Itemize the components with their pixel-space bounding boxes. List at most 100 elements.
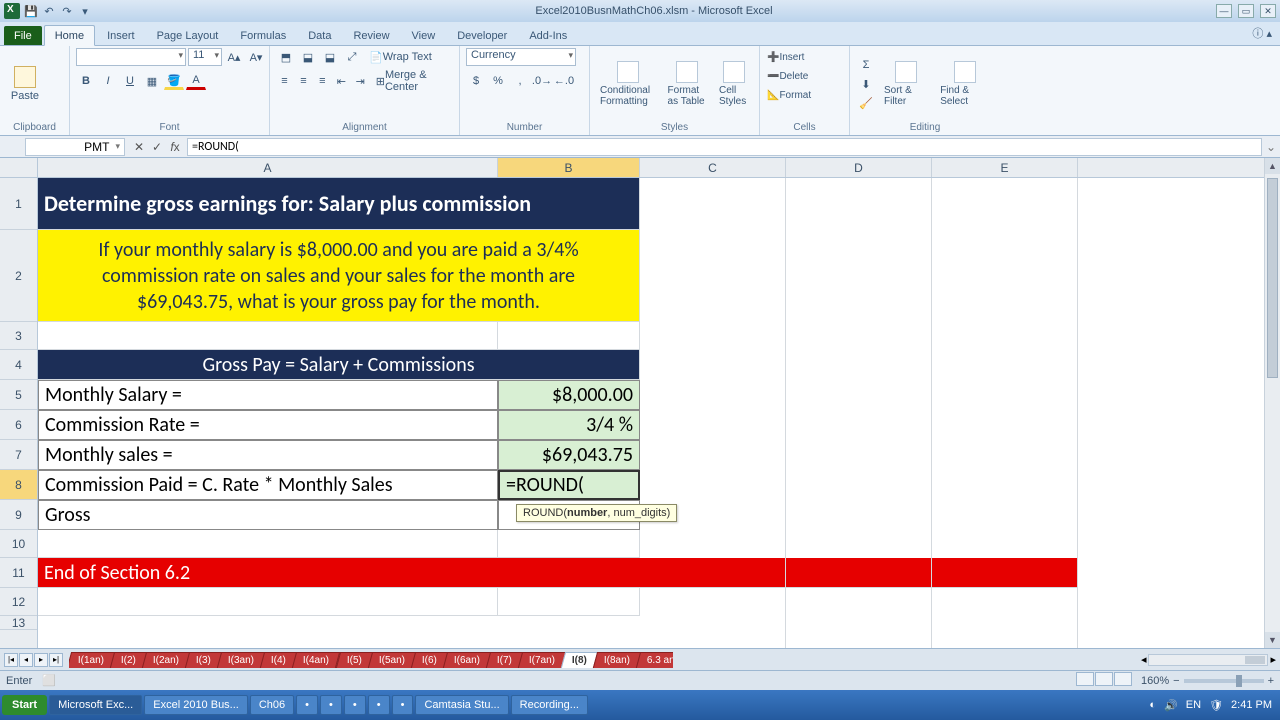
enter-formula-icon[interactable]: ✓ xyxy=(149,140,165,154)
sheet-nav-prev-icon[interactable]: ◂ xyxy=(19,653,33,667)
undo-icon[interactable]: ↶ xyxy=(42,4,56,18)
comma-icon[interactable]: , xyxy=(510,72,530,90)
sheet-tab[interactable]: I(5an) xyxy=(367,652,415,668)
expand-formula-bar-icon[interactable]: ⌄ xyxy=(1262,140,1280,154)
col-header-d[interactable]: D xyxy=(786,158,932,177)
format-as-table-button[interactable]: Format as Table xyxy=(664,59,711,109)
scroll-down-icon[interactable]: ▼ xyxy=(1265,632,1280,648)
increase-font-icon[interactable]: A▴ xyxy=(224,48,244,66)
cell-a7[interactable]: Monthly sales = xyxy=(38,440,498,470)
currency-icon[interactable]: $ xyxy=(466,72,486,90)
taskbar-item[interactable]: Camtasia Stu... xyxy=(415,695,508,715)
sheet-nav-last-icon[interactable]: ▸| xyxy=(49,653,63,667)
sheet-tab[interactable]: I(4an) xyxy=(292,652,340,668)
underline-button[interactable]: U xyxy=(120,72,140,90)
align-right-icon[interactable]: ≡ xyxy=(314,72,331,90)
sheet-tab[interactable]: I(5) xyxy=(335,652,372,668)
sheet-tab[interactable]: I(8an) xyxy=(593,652,641,668)
cell-a3[interactable] xyxy=(38,322,498,350)
sheet-tab[interactable]: I(7) xyxy=(486,652,523,668)
view-buttons[interactable] xyxy=(1076,672,1133,689)
row-header-4[interactable]: 4 xyxy=(0,350,37,380)
cell-b7[interactable]: $69,043.75 xyxy=(498,440,640,470)
zoom-out-icon[interactable]: − xyxy=(1173,675,1179,687)
worksheet-grid[interactable]: A B C D E 12345678910111213 Determine gr… xyxy=(0,158,1280,648)
save-icon[interactable]: 💾 xyxy=(24,4,38,18)
name-box[interactable]: PMT xyxy=(25,138,125,156)
align-middle-icon[interactable]: ⬓ xyxy=(298,48,318,66)
formula-input[interactable]: =ROUND( xyxy=(187,138,1262,156)
cell-a1[interactable]: Determine gross earnings for: Salary plu… xyxy=(38,178,640,230)
redo-icon[interactable]: ↷ xyxy=(60,4,74,18)
cell-a2[interactable]: If your monthly salary is $8,000.00 and … xyxy=(38,230,640,322)
align-left-icon[interactable]: ≡ xyxy=(276,72,293,90)
fx-icon[interactable]: fx xyxy=(167,140,183,154)
indent-inc-icon[interactable]: ⇥ xyxy=(352,72,369,90)
align-bottom-icon[interactable]: ⬓ xyxy=(320,48,340,66)
conditional-formatting-button[interactable]: Conditional Formatting xyxy=(596,59,660,109)
clear-icon[interactable]: 🧹 xyxy=(856,94,876,112)
orientation-icon[interactable]: ⤢ xyxy=(342,48,362,66)
hscroll-right-icon[interactable]: ▸ xyxy=(1270,653,1276,666)
zoom-slider[interactable] xyxy=(1184,679,1264,683)
taskbar-item[interactable]: Excel 2010 Bus... xyxy=(144,695,248,715)
restore-button[interactable]: ▭ xyxy=(1238,4,1254,18)
taskbar-item[interactable]: • xyxy=(296,695,318,715)
cell-a4[interactable]: Gross Pay = Salary + Commissions xyxy=(38,350,640,380)
cell-a8[interactable]: Commission Paid = C. Rate * Monthly Sale… xyxy=(38,470,498,500)
bold-button[interactable]: B xyxy=(76,72,96,90)
select-all-button[interactable] xyxy=(0,158,38,177)
row-header-11[interactable]: 11 xyxy=(0,558,37,588)
tab-addins[interactable]: Add-Ins xyxy=(519,26,577,45)
tab-formulas[interactable]: Formulas xyxy=(230,26,296,45)
taskbar-item[interactable]: • xyxy=(392,695,414,715)
decrease-decimal-icon[interactable]: ←.0 xyxy=(554,72,574,90)
col-header-c[interactable]: C xyxy=(640,158,786,177)
sheet-tab[interactable]: I(6an) xyxy=(442,652,490,668)
border-button[interactable]: ▦ xyxy=(142,72,162,90)
macro-record-icon[interactable]: ⬜ xyxy=(42,674,56,687)
cancel-formula-icon[interactable]: ✕ xyxy=(131,140,147,154)
cell-a9[interactable]: Gross xyxy=(38,500,498,530)
find-select-button[interactable]: Find & Select xyxy=(936,59,994,109)
row-header-12[interactable]: 12 xyxy=(0,588,37,616)
taskbar-item[interactable]: Microsoft Exc... xyxy=(49,695,142,715)
col-header-a[interactable]: A xyxy=(38,158,498,177)
system-tray[interactable]: ◐🔊EN🛡 2:41 PM xyxy=(1143,699,1278,712)
cell-a6[interactable]: Commission Rate = xyxy=(38,410,498,440)
row-header-7[interactable]: 7 xyxy=(0,440,37,470)
indent-dec-icon[interactable]: ⇤ xyxy=(333,72,350,90)
zoom-in-icon[interactable]: + xyxy=(1268,675,1274,687)
sheet-nav-next-icon[interactable]: ▸ xyxy=(34,653,48,667)
vertical-scrollbar[interactable]: ▲ ▼ xyxy=(1264,158,1280,648)
row-header-10[interactable]: 10 xyxy=(0,530,37,558)
fill-icon[interactable]: ⬇ xyxy=(856,75,876,93)
taskbar-item[interactable]: • xyxy=(320,695,342,715)
tab-developer[interactable]: Developer xyxy=(447,26,517,45)
col-header-b[interactable]: B xyxy=(498,158,640,177)
ribbon-help-icon[interactable]: ⓘ ▴ xyxy=(1244,21,1280,45)
row-header-13[interactable]: 13 xyxy=(0,616,37,630)
row-header-1[interactable]: 1 xyxy=(0,178,37,230)
horizontal-scrollbar[interactable] xyxy=(1148,654,1268,666)
sheet-tab[interactable]: I(2an) xyxy=(142,652,190,668)
align-top-icon[interactable]: ⬒ xyxy=(276,48,296,66)
row-header-9[interactable]: 9 xyxy=(0,500,37,530)
hscroll-left-icon[interactable]: ◂ xyxy=(1141,653,1147,666)
sheet-tab[interactable]: I(7an) xyxy=(518,652,566,668)
col-header-e[interactable]: E xyxy=(932,158,1078,177)
tab-data[interactable]: Data xyxy=(298,26,341,45)
cell-a5[interactable]: Monthly Salary = xyxy=(38,380,498,410)
sheet-tab[interactable]: 6.3 and 6.4 Deductions xyxy=(636,652,673,668)
tab-view[interactable]: View xyxy=(402,26,446,45)
decrease-font-icon[interactable]: A▾ xyxy=(246,48,266,66)
scroll-thumb[interactable] xyxy=(1267,178,1278,378)
font-name-combo[interactable] xyxy=(76,48,186,66)
autosum-icon[interactable]: Σ xyxy=(856,56,876,74)
sheet-tab[interactable]: I(6) xyxy=(410,652,447,668)
fill-color-button[interactable]: 🪣 xyxy=(164,72,184,90)
tab-page-layout[interactable]: Page Layout xyxy=(147,26,229,45)
font-color-button[interactable]: A xyxy=(186,72,206,90)
cell-b12[interactable] xyxy=(498,588,640,616)
insert-cells-button[interactable]: ➕ Insert xyxy=(766,48,805,66)
